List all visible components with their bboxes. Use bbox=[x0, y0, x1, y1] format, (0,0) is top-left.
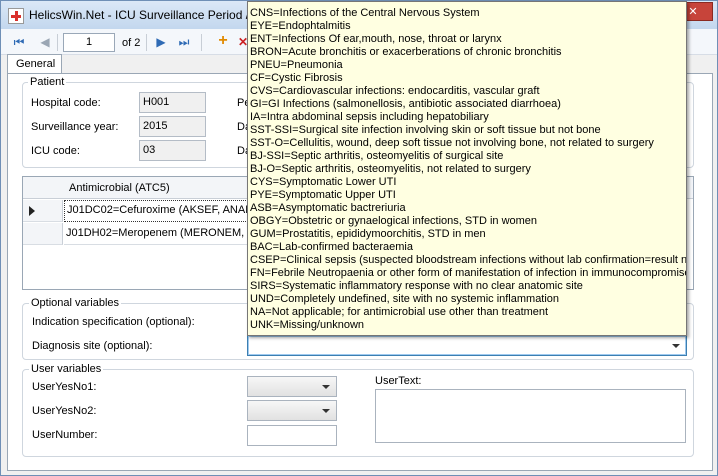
dropdown-option[interactable]: SIRS=Systematic inflammatory response wi… bbox=[248, 280, 686, 293]
app-icon bbox=[8, 8, 24, 24]
previous-page-icon[interactable]: ◀ bbox=[37, 34, 53, 50]
diagnosis-site-select[interactable] bbox=[247, 335, 687, 356]
user-yes-no1-label: UserYesNo1: bbox=[32, 381, 97, 393]
icu-code-field: 03 bbox=[139, 140, 206, 161]
dropdown-option[interactable]: PNEU=Pneumonia bbox=[248, 59, 686, 72]
toolbar-separator bbox=[201, 34, 202, 51]
column-header-antimicrobial[interactable]: Antimicrobial (ATC5) bbox=[69, 182, 170, 194]
dropdown-option[interactable]: BJ-O=Septic arthritis, osteomyelitis, no… bbox=[248, 163, 686, 176]
user-variables-group-label: User variables bbox=[29, 363, 104, 375]
toolbar-separator bbox=[146, 34, 147, 51]
user-yes-no1-select[interactable] bbox=[247, 376, 337, 397]
hospital-code-label: Hospital code: bbox=[31, 97, 101, 109]
dropdown-option[interactable]: NA=Not applicable; for antimicrobial use… bbox=[248, 306, 686, 319]
dropdown-option[interactable]: GUM=Prostatitis, epididymoorchitis, STD … bbox=[248, 228, 686, 241]
table-row[interactable]: J01DC02=Cefuroxime (AKSEF, ANAP bbox=[64, 200, 268, 222]
dropdown-option[interactable]: GI=GI Infections (salmonellosis, antibio… bbox=[248, 98, 686, 111]
dropdown-option[interactable]: ASB=Asymptomatic bactreriuria bbox=[248, 202, 686, 215]
user-text-label: UserText: bbox=[375, 375, 422, 387]
current-row-icon bbox=[29, 206, 35, 216]
main-window: HelicsWin.Net - ICU Surveillance Period … bbox=[0, 0, 718, 476]
surveillance-year-field: 2015 bbox=[139, 116, 206, 137]
dropdown-option[interactable]: EYE=Endophtalmitis bbox=[248, 20, 686, 33]
dropdown-option[interactable]: BAC=Lab-confirmed bacteraemia bbox=[248, 241, 686, 254]
surveillance-year-label: Surveillance year: bbox=[31, 121, 119, 133]
dropdown-option[interactable]: CSEP=Clinical sepsis (suspected bloodstr… bbox=[248, 254, 686, 267]
row-selector[interactable] bbox=[23, 223, 63, 245]
dropdown-option[interactable]: IA=Intra abdominal sepsis including hepa… bbox=[248, 111, 686, 124]
indication-label: Indication specification (optional): bbox=[32, 316, 195, 328]
antimicrobial-cell: J01DH02=Meropenem (MERONEM, M bbox=[66, 227, 257, 239]
user-number-label: UserNumber: bbox=[32, 429, 98, 441]
page-count-label: of 2 bbox=[122, 37, 141, 49]
antimicrobial-cell: J01DC02=Cefuroxime (AKSEF, ANAP bbox=[67, 204, 253, 216]
optional-variables-group-label: Optional variables bbox=[29, 297, 122, 309]
table-row[interactable]: J01DH02=Meropenem (MERONEM, M bbox=[64, 223, 268, 245]
diagnosis-label: Diagnosis site (optional): bbox=[32, 340, 153, 352]
dropdown-option[interactable]: CYS=Symptomatic Lower UTI bbox=[248, 176, 686, 189]
user-yes-no2-label: UserYesNo2: bbox=[32, 405, 97, 417]
window-title: HelicsWin.Net - ICU Surveillance Period … bbox=[29, 8, 250, 22]
next-page-icon[interactable]: ▶ bbox=[153, 34, 169, 50]
dropdown-option[interactable]: CF=Cystic Fibrosis bbox=[248, 72, 686, 85]
page-number-input[interactable]: 1 bbox=[63, 33, 115, 52]
add-record-icon[interactable]: + bbox=[215, 33, 231, 49]
user-number-input[interactable] bbox=[247, 425, 337, 446]
last-page-icon[interactable]: ⏭ bbox=[176, 34, 192, 50]
user-yes-no2-select[interactable] bbox=[247, 400, 337, 421]
dropdown-option[interactable]: OBGY=Obstetric or gynaelogical infection… bbox=[248, 215, 686, 228]
user-text-input[interactable] bbox=[375, 389, 686, 443]
icu-code-label: ICU code: bbox=[31, 145, 80, 157]
hospital-code-field: H001 bbox=[139, 92, 206, 113]
chevron-down-icon[interactable] bbox=[672, 344, 680, 348]
dropdown-option[interactable]: PYE=Symptomatic Upper UTI bbox=[248, 189, 686, 202]
dropdown-option[interactable]: CNS=Infections of the Central Nervous Sy… bbox=[248, 7, 686, 20]
dropdown-option[interactable]: FN=Febrile Neutropaenia or other form of… bbox=[248, 267, 686, 280]
first-page-icon[interactable]: ⏮ bbox=[11, 34, 27, 50]
dropdown-option[interactable]: CVS=Cardiovascular infections: endocardi… bbox=[248, 85, 686, 98]
row-selector[interactable] bbox=[23, 200, 63, 222]
dropdown-option[interactable]: BRON=Acute bronchitis or exacerberations… bbox=[248, 46, 686, 59]
chevron-down-icon[interactable] bbox=[322, 409, 330, 413]
dropdown-option[interactable]: SST-SSI=Surgical site infection involvin… bbox=[248, 124, 686, 137]
diagnosis-site-dropdown-list[interactable]: CNS=Infections of the Central Nervous Sy… bbox=[247, 1, 687, 336]
dropdown-option[interactable]: UNK=Missing/unknown bbox=[248, 319, 686, 332]
dropdown-option[interactable]: UND=Completely undefined, site with no s… bbox=[248, 293, 686, 306]
dropdown-option[interactable]: BJ-SSI=Septic arthritis, osteomyelitis o… bbox=[248, 150, 686, 163]
toolbar-separator bbox=[57, 34, 58, 51]
chevron-down-icon[interactable] bbox=[322, 385, 330, 389]
dropdown-option[interactable]: SST-O=Cellulitis, wound, deep soft tissu… bbox=[248, 137, 686, 150]
patient-group-label: Patient bbox=[28, 76, 67, 88]
dropdown-option[interactable]: ENT=Infections Of ear,mouth, nose, throa… bbox=[248, 33, 686, 46]
tab-general[interactable]: General bbox=[7, 54, 62, 74]
